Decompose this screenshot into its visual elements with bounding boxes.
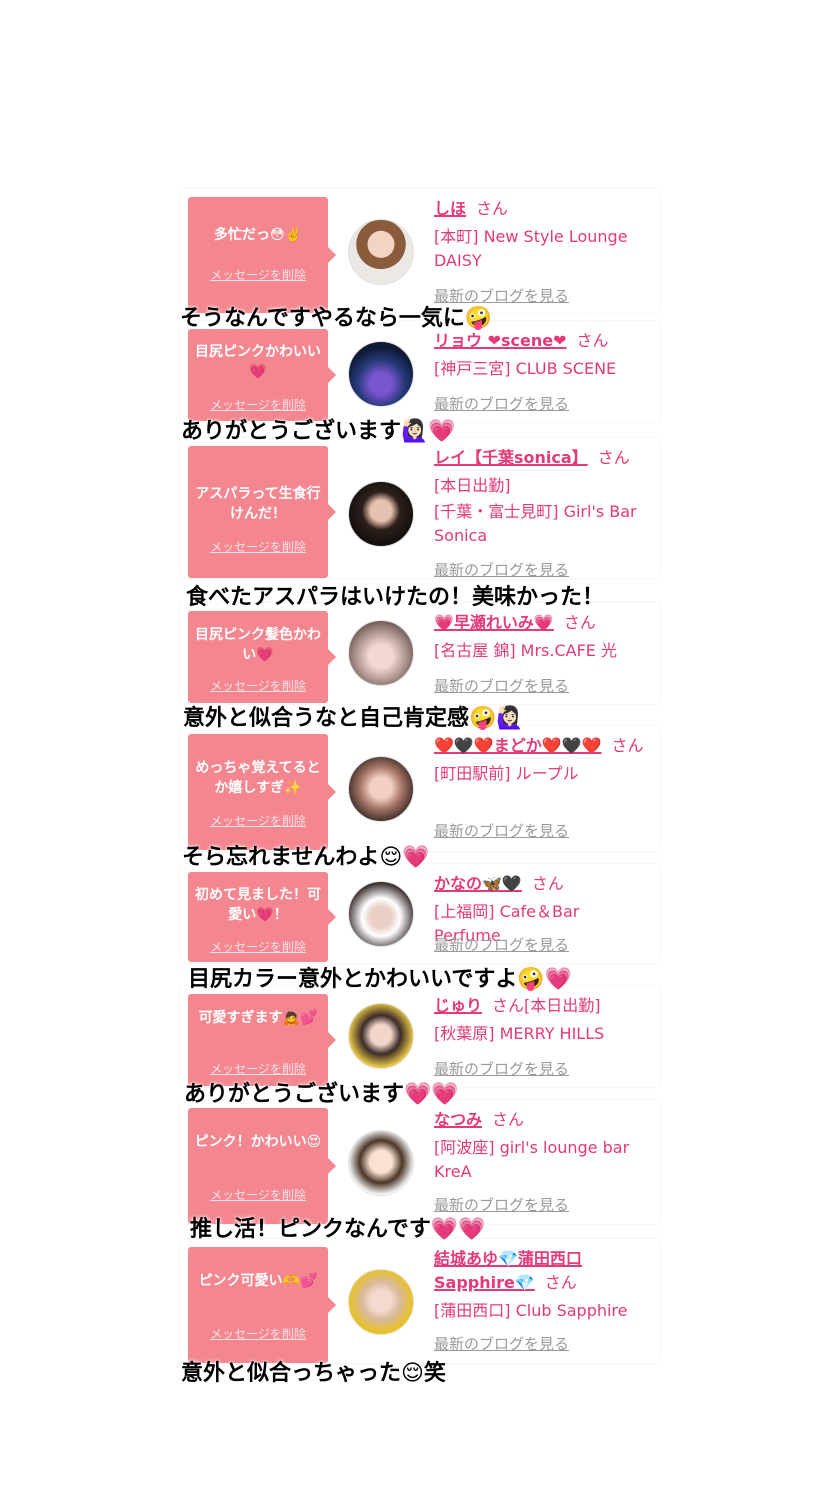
caption-text: そら忘れませんわよ😌💗: [182, 845, 430, 870]
delete-message-link[interactable]: メッセージを削除: [188, 677, 328, 694]
shop-line: Sonica: [434, 526, 488, 545]
message-text: 目尻ピンクかわいい💗: [195, 344, 321, 380]
avatar[interactable]: [348, 881, 414, 947]
avatar[interactable]: [348, 341, 414, 407]
blog-link[interactable]: 最新のブログを見る: [434, 1333, 569, 1354]
honorific: さん: [492, 1110, 525, 1129]
message-bubble: めっちゃ覚えてるとか嬉しすぎ✨ メッセージを削除: [188, 734, 336, 850]
caption-text: ありがとうございます🙋🏻‍♀️💗: [181, 419, 456, 444]
shop-line: [本町] New Style Lounge: [434, 227, 628, 246]
cast-info: 💗早瀬れいみ💗 さん [名古屋 錦] Mrs.CAFE 光: [434, 611, 650, 663]
blog-link[interactable]: 最新のブログを見る: [434, 934, 569, 955]
cast-info: しほ さん [本町] New Style Lounge DAISY: [434, 197, 650, 273]
honorific: さん: [544, 1273, 577, 1292]
delete-message-link[interactable]: メッセージを削除: [188, 1325, 328, 1342]
message-bubble: 目尻ピンク髪色かわい💗 メッセージを削除: [188, 611, 336, 703]
blog-link[interactable]: 最新のブログを見る: [434, 675, 569, 696]
caption-text: 意外と似合っちゃった😌笑: [181, 1361, 446, 1386]
cast-name-link[interactable]: かなの🦋🖤: [434, 874, 522, 893]
delete-message-link[interactable]: メッセージを削除: [188, 396, 328, 413]
shop-line: [町田駅前] ループル: [434, 764, 579, 783]
honorific: さん: [492, 996, 525, 1015]
message-card: ピンク可愛い🫶💕 メッセージを削除 結城あゆ💎蒲田西口Sapphire💎 さん […: [180, 1239, 660, 1363]
cast-name-link[interactable]: しほ: [434, 199, 466, 218]
avatar[interactable]: [348, 620, 414, 686]
honorific: さん: [611, 736, 644, 755]
shop-line: [阿波座] girl's lounge bar: [434, 1138, 630, 1157]
blog-link[interactable]: 最新のブログを見る: [434, 393, 569, 414]
message-text: ピンク可愛い🫶💕: [198, 1273, 318, 1289]
honorific: さん: [476, 199, 509, 218]
shop-line: KreA: [434, 1162, 472, 1181]
message-card: 可愛すぎます🙇💕 メッセージを削除 じゅり さん[本日出勤] [秋葉原] MERR…: [180, 986, 660, 1087]
message-text: 可愛すぎます🙇💕: [198, 1010, 318, 1026]
avatar[interactable]: [348, 481, 414, 547]
caption-text: 意外と似合うなと自己肯定感🤪🙋🏻‍♀️: [183, 706, 524, 731]
message-card: 目尻ピンク髪色かわい💗 メッセージを削除 💗早瀬れいみ💗 さん [名古屋 錦] M…: [180, 603, 660, 704]
delete-message-link[interactable]: メッセージを削除: [188, 538, 328, 555]
cast-info: レイ【千葉sonica】 さん [本日出勤] [千葉・富士見町] Girl's B…: [434, 446, 650, 548]
avatar[interactable]: [348, 219, 414, 285]
delete-message-link[interactable]: メッセージを削除: [188, 812, 328, 829]
message-bubble: ピンク！かわいい😍 メッセージを削除: [188, 1108, 336, 1224]
shop-line: [名古屋 錦] Mrs.CAFE 光: [434, 641, 617, 660]
delete-message-link[interactable]: メッセージを削除: [188, 1186, 328, 1203]
message-text: ピンク！かわいい😍: [194, 1134, 322, 1150]
caption-text: 目尻カラー意外とかわいいですよ🤪💗: [188, 967, 573, 992]
delete-message-link[interactable]: メッセージを削除: [188, 266, 328, 283]
delete-message-link[interactable]: メッセージを削除: [188, 1060, 328, 1077]
message-card: めっちゃ覚えてるとか嬉しすぎ✨ メッセージを削除 ❤️🖤❤️まどか❤️🖤❤️ さん…: [180, 726, 660, 851]
message-text: 初めて見ました！可愛い💗！: [195, 887, 321, 923]
honorific: さん: [563, 613, 596, 632]
status-text: [本日出勤]: [524, 996, 601, 1015]
avatar[interactable]: [348, 1130, 414, 1196]
caption-text: ありがとうございます💗💗: [184, 1082, 459, 1107]
blog-link[interactable]: 最新のブログを見る: [434, 559, 569, 580]
shop-line: [本日出勤]: [434, 476, 511, 495]
message-card: 初めて見ました！可愛い💗！ メッセージを削除 かなの🦋🖤 さん [上福岡] Caf…: [180, 864, 660, 963]
cast-name-link[interactable]: リョウ ❤︎scene❤︎: [434, 331, 567, 350]
message-card: 目尻ピンクかわいい💗 メッセージを削除 リョウ ❤︎scene❤︎ さん [神戸三…: [180, 321, 660, 422]
message-text: アスパラって生食行けんだ！: [195, 486, 321, 522]
avatar[interactable]: [348, 1003, 414, 1069]
message-bubble: 可愛すぎます🙇💕 メッセージを削除: [188, 994, 336, 1086]
honorific: さん: [597, 448, 630, 467]
honorific: さん: [531, 874, 564, 893]
shop-line: DAISY: [434, 251, 482, 270]
cast-name-link[interactable]: レイ【千葉sonica】: [434, 448, 588, 467]
message-text: 目尻ピンク髪色かわい💗: [195, 627, 321, 663]
cast-info: じゅり さん[本日出勤] [秋葉原] MERRY HILLS: [434, 994, 650, 1046]
delete-message-link[interactable]: メッセージを削除: [188, 938, 328, 955]
shop-line: [神戸三宮] CLUB SCENE: [434, 359, 617, 378]
shop-line: [千葉・富士見町] Girl's Bar: [434, 502, 637, 521]
message-bubble: 多忙だっ😳✌️ メッセージを削除: [188, 197, 336, 313]
message-text: 多忙だっ😳✌️: [213, 227, 303, 243]
cast-name-link[interactable]: なつみ: [434, 1110, 482, 1129]
cast-info: 結城あゆ💎蒲田西口Sapphire💎 さん [蒲田西口] Club Sapphir…: [434, 1247, 650, 1323]
caption-text: 推し活！ピンクなんです💗💗: [190, 1217, 486, 1242]
blog-link[interactable]: 最新のブログを見る: [434, 820, 569, 841]
message-text: めっちゃ覚えてるとか嬉しすぎ✨: [195, 760, 321, 796]
avatar[interactable]: [348, 756, 414, 822]
message-bubble: ピンク可愛い🫶💕 メッセージを削除: [188, 1247, 336, 1363]
cast-name-link[interactable]: じゅり: [434, 996, 482, 1015]
cast-info: ❤️🖤❤️まどか❤️🖤❤️ さん [町田駅前] ループル: [434, 734, 650, 786]
message-card: アスパラって生食行けんだ！ メッセージを削除 レイ【千葉sonica】 さん [本…: [180, 438, 660, 580]
cast-name-link[interactable]: 💗早瀬れいみ💗: [434, 613, 554, 632]
cast-info: リョウ ❤︎scene❤︎ さん [神戸三宮] CLUB SCENE: [434, 329, 650, 381]
message-card: ピンク！かわいい😍 メッセージを削除 なつみ さん [阿波座] girl's lo…: [180, 1100, 660, 1224]
message-bubble: アスパラって生食行けんだ！ メッセージを削除: [188, 446, 336, 578]
caption-text: そうなんですやるなら一気に🤪: [180, 306, 493, 331]
cast-name-link[interactable]: ❤️🖤❤️まどか❤️🖤❤️: [434, 736, 602, 755]
message-bubble: 初めて見ました！可愛い💗！ メッセージを削除: [188, 872, 336, 962]
avatar[interactable]: [348, 1269, 414, 1335]
message-card: 多忙だっ😳✌️ メッセージを削除 しほ さん [本町] New Style Lou…: [180, 189, 660, 313]
honorific: さん: [576, 331, 609, 350]
cast-info: なつみ さん [阿波座] girl's lounge bar KreA: [434, 1108, 650, 1184]
caption-text: 食べたアスパラはいけたの！美味かった！: [186, 585, 605, 610]
shop-line: [蒲田西口] Club Sapphire: [434, 1301, 628, 1320]
shop-line: [秋葉原] MERRY HILLS: [434, 1024, 605, 1043]
message-bubble: 目尻ピンクかわいい💗 メッセージを削除: [188, 329, 336, 421]
